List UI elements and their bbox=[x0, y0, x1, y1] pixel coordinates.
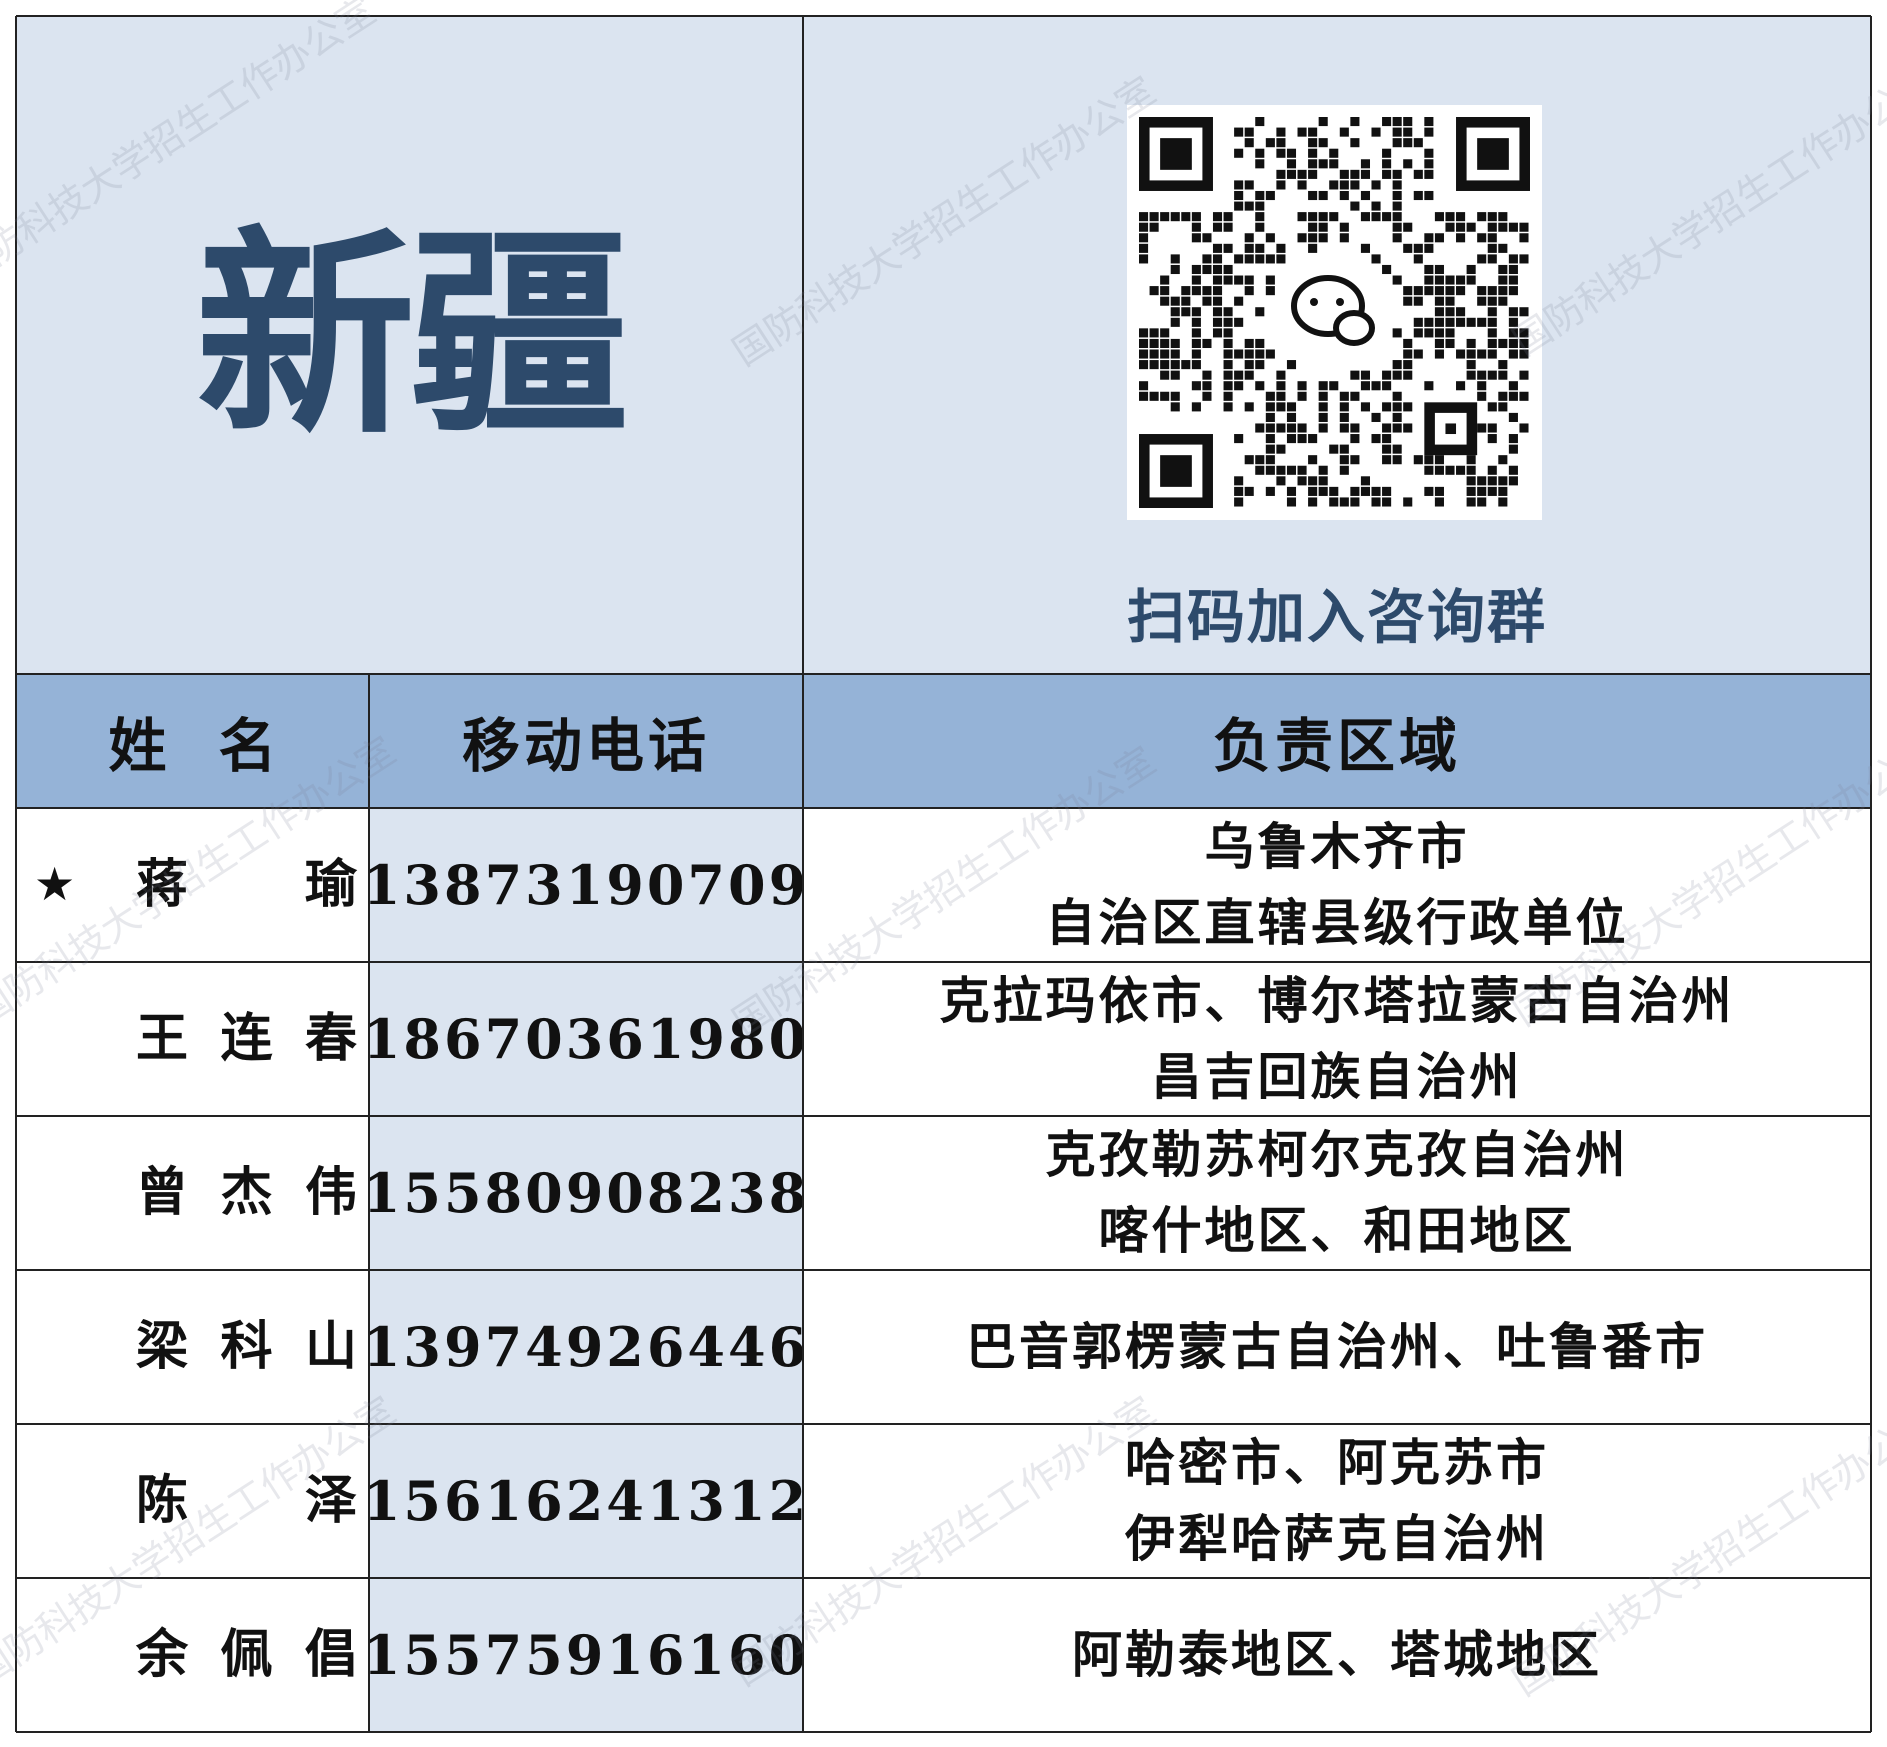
name-char: 余 bbox=[136, 1624, 189, 1685]
name-char: 倡 bbox=[304, 1624, 357, 1685]
qr-caption: 扫码加入咨询群 bbox=[1126, 583, 1547, 651]
name-cell: 曾杰伟 bbox=[16, 1116, 369, 1270]
name-char: 陈 bbox=[136, 1470, 189, 1531]
name-cell: ★ 蒋瑜 bbox=[16, 808, 369, 962]
region-cell: 阿勒泰地区、塔城地区 bbox=[803, 1578, 1871, 1732]
region-line: 克拉玛依市、博尔塔拉蒙古自治州 bbox=[939, 971, 1735, 1030]
name-cell: 梁科山 bbox=[16, 1270, 369, 1424]
region-line: 自治区直辖县级行政单位 bbox=[1045, 893, 1629, 952]
name-cell: 余佩倡 bbox=[16, 1578, 369, 1732]
region-title: 新疆 bbox=[195, 208, 629, 464]
phone-number[interactable]: 15616241312 bbox=[363, 1424, 806, 1578]
qr-panel: 扫码加入咨询群 bbox=[803, 16, 1871, 674]
qr-code-image bbox=[1127, 105, 1542, 520]
region-cell: 巴音郭楞蒙古自治州、吐鲁番市 bbox=[803, 1270, 1871, 1424]
name-char: 泽 bbox=[304, 1470, 357, 1531]
region-line: 阿勒泰地区、塔城地区 bbox=[1072, 1625, 1602, 1684]
region-line: 巴音郭楞蒙古自治州、吐鲁番市 bbox=[966, 1317, 1708, 1376]
name-char: 山 bbox=[304, 1316, 357, 1377]
phone-number[interactable]: 13974926446 bbox=[363, 1270, 806, 1424]
region-line: 喀什地区、和田地区 bbox=[1098, 1201, 1576, 1260]
name-char: 梁 bbox=[136, 1316, 189, 1377]
region-cell: 克拉玛依市、博尔塔拉蒙古自治州 昌吉回族自治州 bbox=[803, 962, 1871, 1116]
wechat-group-qr-code[interactable] bbox=[1127, 105, 1542, 520]
name-char: 连 bbox=[220, 1008, 273, 1069]
region-line: 乌鲁木齐市 bbox=[1204, 817, 1470, 876]
name-char: 蒋 bbox=[136, 854, 189, 915]
phone-number[interactable]: 15580908238 bbox=[363, 1116, 806, 1270]
name-char: 杰 bbox=[220, 1162, 273, 1223]
name-char: 王 bbox=[136, 1008, 189, 1069]
lead-star-icon: ★ bbox=[34, 856, 76, 911]
region-line: 哈密市、阿克苏市 bbox=[1125, 1433, 1549, 1492]
region-line: 昌吉回族自治州 bbox=[1151, 1047, 1523, 1106]
name-cell: 陈泽 bbox=[16, 1424, 369, 1578]
phone-number[interactable]: 15575916160 bbox=[363, 1578, 806, 1732]
contact-name: 梁科山 bbox=[136, 1321, 357, 1373]
contact-name: 曾杰伟 bbox=[136, 1167, 357, 1219]
phone-number[interactable]: 13873190709 bbox=[363, 808, 806, 962]
name-char: 伟 bbox=[304, 1162, 357, 1223]
contact-name: 余佩倡 bbox=[136, 1629, 357, 1681]
header-phone: 移动电话 bbox=[369, 674, 803, 808]
contact-name: 陈泽 bbox=[136, 1475, 357, 1527]
name-char: 科 bbox=[220, 1316, 273, 1377]
region-cell: 乌鲁木齐市自治区直辖县级行政单位 bbox=[803, 808, 1871, 962]
region-line: 伊犁哈萨克自治州 bbox=[1125, 1509, 1549, 1568]
region-cell: 克孜勒苏柯尔克孜自治州 喀什地区、和田地区 bbox=[803, 1116, 1871, 1270]
name-char: 佩 bbox=[220, 1624, 273, 1685]
header-name: 姓名 bbox=[16, 674, 369, 808]
region-title-panel: 新疆 bbox=[16, 16, 803, 674]
name-cell: 王连春 bbox=[16, 962, 369, 1116]
name-char: 曾 bbox=[136, 1162, 189, 1223]
region-line: 克孜勒苏柯尔克孜自治州 bbox=[1045, 1125, 1629, 1184]
region-cell: 哈密市、阿克苏市 伊犁哈萨克自治州 bbox=[803, 1424, 1871, 1578]
contact-sheet: 新疆 扫码加入咨询群 姓名 移动电话 负责区域 ★ 蒋瑜 13873190709 乌鲁… bbox=[0, 0, 1887, 1747]
name-char: 春 bbox=[304, 1008, 357, 1069]
phone-number[interactable]: 18670361980 bbox=[363, 962, 806, 1116]
contact-name: 王连春 bbox=[136, 1013, 357, 1065]
header-region: 负责区域 bbox=[803, 674, 1871, 808]
name-char: 瑜 bbox=[304, 854, 357, 915]
contact-name: 蒋瑜 bbox=[136, 859, 357, 911]
